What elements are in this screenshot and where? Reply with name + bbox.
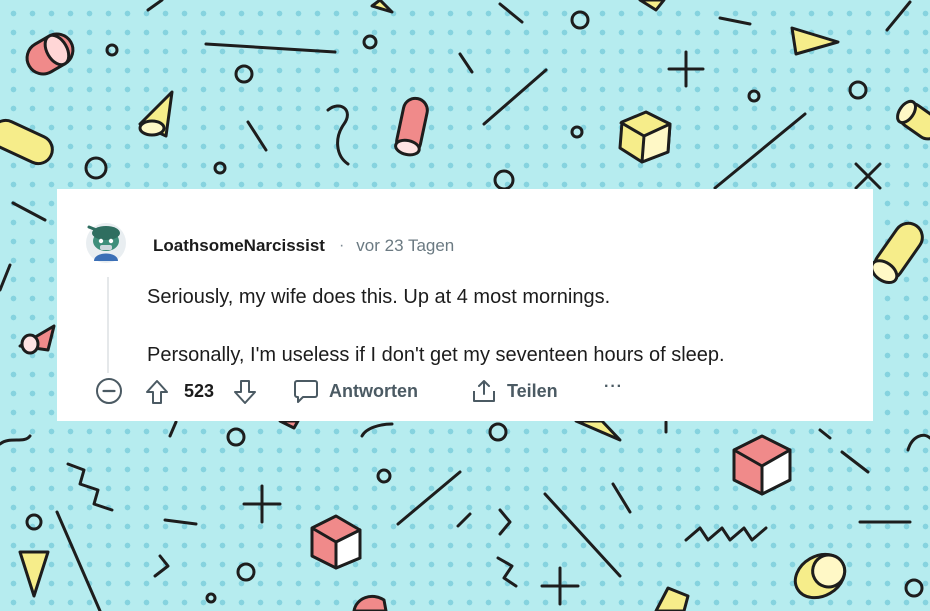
comment-paragraph: Personally, I'm useless if I don't get m…	[147, 344, 725, 366]
downvote-button[interactable]	[233, 379, 257, 405]
arrow-down-icon	[234, 380, 256, 404]
share-label: Teilen	[507, 380, 558, 401]
arrow-up-icon	[146, 380, 168, 404]
timestamp[interactable]: vor 23 Tagen	[356, 236, 454, 256]
speech-bubble-icon	[294, 380, 318, 403]
ellipsis-icon: ···	[604, 378, 623, 395]
comment-actions: 523 Antworten Teilen ···	[95, 375, 795, 409]
vote-count: 523	[184, 381, 215, 401]
comment-body: Seriously, my wife does this. Up at 4 mo…	[147, 283, 847, 369]
more-options-button[interactable]: ···	[604, 378, 623, 396]
thread-line[interactable]	[107, 277, 109, 373]
username[interactable]: LoathsomeNarcissist	[153, 236, 325, 256]
collapse-button[interactable]	[95, 377, 123, 405]
upvote-button[interactable]	[145, 379, 169, 405]
reply-button[interactable]: Antworten	[293, 378, 418, 404]
minus-circle-icon	[96, 378, 122, 404]
meta-separator: ·	[338, 237, 345, 254]
comment-paragraph: Seriously, my wife does this. Up at 4 mo…	[147, 286, 611, 308]
avatar[interactable]	[83, 217, 129, 263]
comment-card: LoathsomeNarcissist · vor 23 Tagen Serio…	[57, 189, 873, 421]
share-button[interactable]: Teilen	[471, 378, 558, 404]
share-icon	[473, 380, 495, 402]
snoo-avatar-icon	[86, 223, 126, 263]
reply-label: Antworten	[329, 380, 418, 401]
comment-meta: LoathsomeNarcissist · vor 23 Tagen	[153, 236, 454, 256]
